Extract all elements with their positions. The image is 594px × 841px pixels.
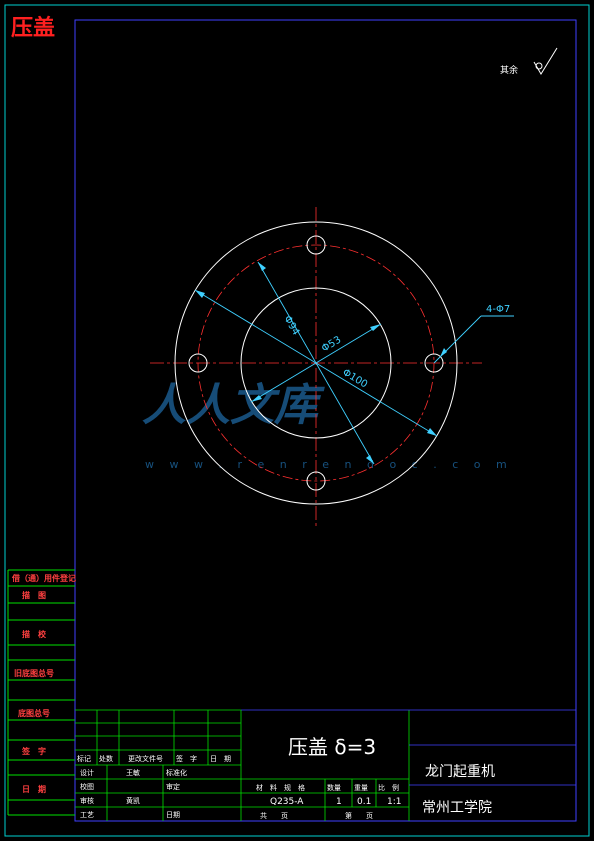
project-name: 龙门起重机 — [425, 764, 495, 780]
scale-value: 1:1 — [387, 797, 401, 807]
strip-label: 旧底图总号 — [14, 668, 54, 678]
left-strip — [7, 569, 75, 816]
holes-callout: 4-Φ7 — [486, 304, 510, 315]
rev-header: 处数 — [99, 754, 113, 763]
sheet-number: 第 页 — [345, 811, 373, 820]
dim-53: Φ53 — [320, 335, 343, 355]
strip-label: 签 字 — [21, 746, 46, 756]
sign-role: 工艺 — [80, 811, 94, 819]
sign-role: 校图 — [80, 782, 94, 791]
strip-label: 描 校 — [22, 629, 47, 639]
school-name: 常州工学院 — [422, 800, 492, 816]
strip-label: 日 期 — [22, 784, 46, 794]
sign-role2: 标准化 — [166, 768, 187, 777]
strip-label: 底图总号 — [17, 708, 50, 718]
sign-name: 王敏 — [126, 768, 140, 777]
sign-role2: 日期 — [166, 811, 180, 819]
rev-header: 日 期 — [210, 755, 231, 763]
sign-name: 黄凯 — [126, 796, 140, 805]
material-header: 材 料 规 格 — [256, 783, 305, 792]
dim-100: Φ100 — [340, 367, 369, 390]
rev-header: 标记 — [77, 754, 91, 763]
dim-94: Φ94 — [281, 314, 301, 337]
quantity-header: 数量 — [327, 783, 341, 792]
watermark-text: 人人文库 — [142, 380, 325, 431]
weight-header: 重量 — [354, 784, 368, 792]
sign-role: 设计 — [80, 768, 94, 777]
sheet-total: 共 页 — [260, 811, 288, 820]
material-value: Q235-A — [270, 797, 304, 807]
scale-header: 比 例 — [378, 783, 399, 792]
drawing-sheet: 借（通）用件登记 描 图 描 校 旧底图总号 底图总号 签 字 日 期 压盖 其… — [4, 4, 590, 837]
rev-header: 更改文件号 — [128, 754, 163, 763]
roughness-label: 其余 — [500, 64, 518, 76]
watermark-url: w w w . r e n r e n d o c . c o m — [145, 458, 513, 471]
quantity-value: 1 — [336, 797, 342, 807]
sign-role: 审核 — [80, 796, 94, 805]
strip-label: 描 图 — [22, 590, 46, 600]
drawing-title: 压盖 — [11, 15, 55, 41]
roughness-icon — [533, 47, 558, 75]
rev-header: 签 字 — [176, 754, 197, 763]
sign-role2: 审定 — [166, 782, 180, 791]
part-name: 压盖 δ=3 — [288, 735, 376, 759]
strip-label: 借（通）用件登记 — [11, 573, 76, 583]
weight-value: 0.1 — [357, 797, 371, 807]
part-view — [150, 207, 514, 528]
